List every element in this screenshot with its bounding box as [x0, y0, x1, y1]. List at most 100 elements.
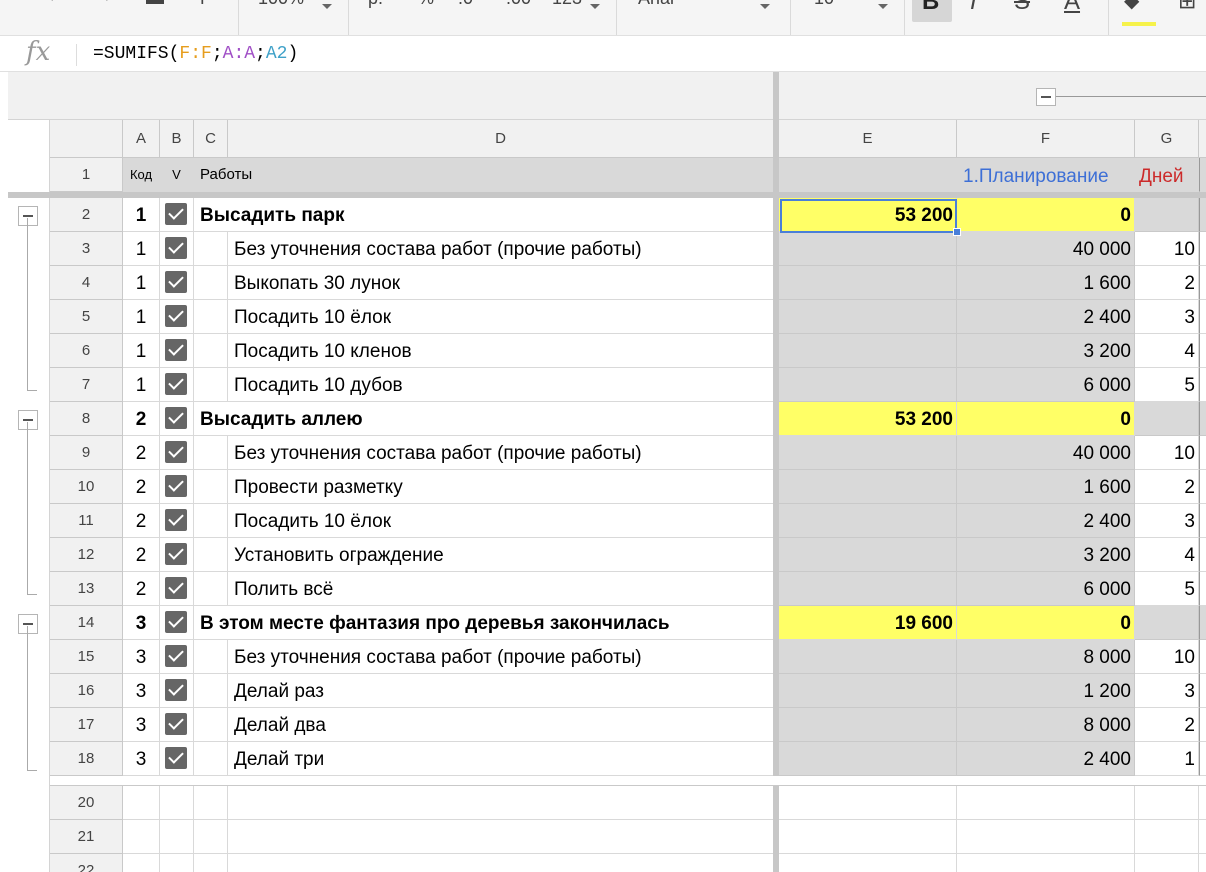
task-title-cell[interactable]: Посадить 10 ёлок — [228, 300, 774, 334]
empty-cell[interactable] — [1135, 820, 1199, 854]
task-title-cell[interactable]: Выкопать 30 лунок — [228, 266, 774, 300]
header-next[interactable] — [1199, 158, 1206, 192]
checkbox-cell[interactable] — [160, 266, 194, 300]
code-cell[interactable]: 3 — [123, 674, 160, 708]
currency-format-button[interactable]: р. — [368, 0, 383, 9]
checkbox-checked-icon[interactable] — [165, 339, 187, 361]
indent-cell[interactable] — [194, 640, 228, 674]
column-header-a[interactable]: A — [123, 120, 160, 158]
code-cell[interactable]: 3 — [123, 640, 160, 674]
checkbox-checked-icon[interactable] — [165, 203, 187, 225]
decrease-decimals-button[interactable]: .0 — [458, 0, 473, 9]
task-cost-cell[interactable]: 8 000 — [957, 640, 1135, 674]
code-cell[interactable]: 1 — [123, 334, 160, 368]
row-header-6[interactable]: 6 — [50, 334, 123, 368]
task-days-cell[interactable]: 10 — [1135, 436, 1199, 470]
row-header-4[interactable]: 4 — [50, 266, 123, 300]
zoom-dropdown-arrow-icon[interactable] — [322, 4, 332, 9]
checkbox-cell[interactable] — [160, 232, 194, 266]
code-cell[interactable]: 1 — [123, 266, 160, 300]
task-title-cell[interactable]: Без уточнения состава работ (прочие рабо… — [228, 640, 774, 674]
empty-cell[interactable] — [957, 786, 1135, 820]
indent-cell[interactable] — [194, 674, 228, 708]
paint-format-icon[interactable]: Ϝ — [200, 0, 211, 9]
task-cost-cell[interactable]: 1 200 — [957, 674, 1135, 708]
checkbox-checked-icon[interactable] — [165, 237, 187, 259]
empty-cell[interactable] — [160, 820, 194, 854]
fill-color-icon[interactable]: ◆ — [1124, 0, 1139, 13]
stage-next-cell[interactable] — [1199, 606, 1206, 640]
empty-cell[interactable] — [957, 854, 1135, 872]
stage-next-cell[interactable] — [1199, 198, 1206, 232]
code-cell[interactable]: 3 — [123, 606, 160, 640]
code-cell[interactable]: 3 — [123, 742, 160, 776]
italic-button[interactable]: I — [970, 0, 977, 16]
checkbox-cell[interactable] — [160, 300, 194, 334]
task-title-cell[interactable]: Посадить 10 дубов — [228, 368, 774, 402]
empty-cell[interactable] — [160, 786, 194, 820]
task-cost-cell[interactable]: 8 000 — [957, 708, 1135, 742]
more-formats-arrow-icon[interactable] — [590, 4, 600, 9]
task-next-cell[interactable] — [1199, 266, 1206, 300]
checkbox-checked-icon[interactable] — [165, 747, 187, 769]
row-header-21[interactable]: 21 — [50, 820, 123, 854]
zoom-select[interactable]: 100% — [258, 0, 304, 9]
row-header-8[interactable]: 8 — [50, 402, 123, 436]
empty-cell[interactable] — [1199, 820, 1206, 854]
task-title-cell[interactable]: Посадить 10 ёлок — [228, 504, 774, 538]
empty-cell[interactable] — [228, 820, 774, 854]
row-header-17[interactable]: 17 — [50, 708, 123, 742]
row-header-13[interactable]: 13 — [50, 572, 123, 606]
checkbox-checked-icon[interactable] — [165, 543, 187, 565]
checkbox-cell[interactable] — [160, 368, 194, 402]
row-header-15[interactable]: 15 — [50, 640, 123, 674]
task-e-cell[interactable] — [779, 232, 957, 266]
checkbox-checked-icon[interactable] — [165, 441, 187, 463]
font-family-arrow-icon[interactable] — [760, 4, 770, 9]
code-cell[interactable]: 1 — [123, 300, 160, 334]
task-e-cell[interactable] — [779, 368, 957, 402]
strikethrough-button[interactable]: S — [1014, 0, 1030, 16]
task-title-cell[interactable]: Делай три — [228, 742, 774, 776]
print-icon[interactable]: ▬ — [146, 0, 164, 9]
task-e-cell[interactable] — [779, 640, 957, 674]
task-days-cell[interactable]: 4 — [1135, 538, 1199, 572]
task-next-cell[interactable] — [1199, 436, 1206, 470]
task-e-cell[interactable] — [779, 538, 957, 572]
stage-planning-cell[interactable]: 0 — [957, 606, 1135, 640]
checkbox-cell[interactable] — [160, 674, 194, 708]
checkbox-cell[interactable] — [160, 742, 194, 776]
task-days-cell[interactable]: 2 — [1135, 266, 1199, 300]
borders-icon[interactable]: ⊞ — [1178, 0, 1196, 14]
checkbox-cell[interactable] — [160, 198, 194, 232]
row-group-collapse-button[interactable] — [18, 206, 38, 226]
stage-total-cell[interactable]: 53 200 — [779, 402, 957, 436]
task-days-cell[interactable]: 10 — [1135, 640, 1199, 674]
task-days-cell[interactable]: 4 — [1135, 334, 1199, 368]
font-family-select[interactable]: Arial — [638, 0, 674, 9]
row-header-12[interactable]: 12 — [50, 538, 123, 572]
task-days-cell[interactable]: 3 — [1135, 674, 1199, 708]
row-header-1[interactable]: 1 — [50, 158, 123, 192]
checkbox-cell[interactable] — [160, 436, 194, 470]
checkbox-cell[interactable] — [160, 606, 194, 640]
empty-cell[interactable] — [123, 786, 160, 820]
row-header-16[interactable]: 16 — [50, 674, 123, 708]
stage-days-cell[interactable] — [1135, 606, 1199, 640]
task-next-cell[interactable] — [1199, 470, 1206, 504]
empty-cell[interactable] — [194, 854, 228, 872]
task-cost-cell[interactable]: 3 200 — [957, 538, 1135, 572]
task-e-cell[interactable] — [779, 266, 957, 300]
task-days-cell[interactable]: 3 — [1135, 300, 1199, 334]
task-cost-cell[interactable]: 40 000 — [957, 232, 1135, 266]
checkbox-checked-icon[interactable] — [165, 407, 187, 429]
indent-cell[interactable] — [194, 368, 228, 402]
checkbox-checked-icon[interactable] — [165, 305, 187, 327]
task-next-cell[interactable] — [1199, 334, 1206, 368]
stage-title-cell[interactable]: В этом месте фантазия про деревья законч… — [194, 606, 774, 640]
task-cost-cell[interactable]: 2 400 — [957, 300, 1135, 334]
font-size-select[interactable]: 10 — [814, 0, 834, 9]
empty-cell[interactable] — [194, 820, 228, 854]
task-days-cell[interactable]: 2 — [1135, 708, 1199, 742]
empty-cell[interactable] — [123, 820, 160, 854]
